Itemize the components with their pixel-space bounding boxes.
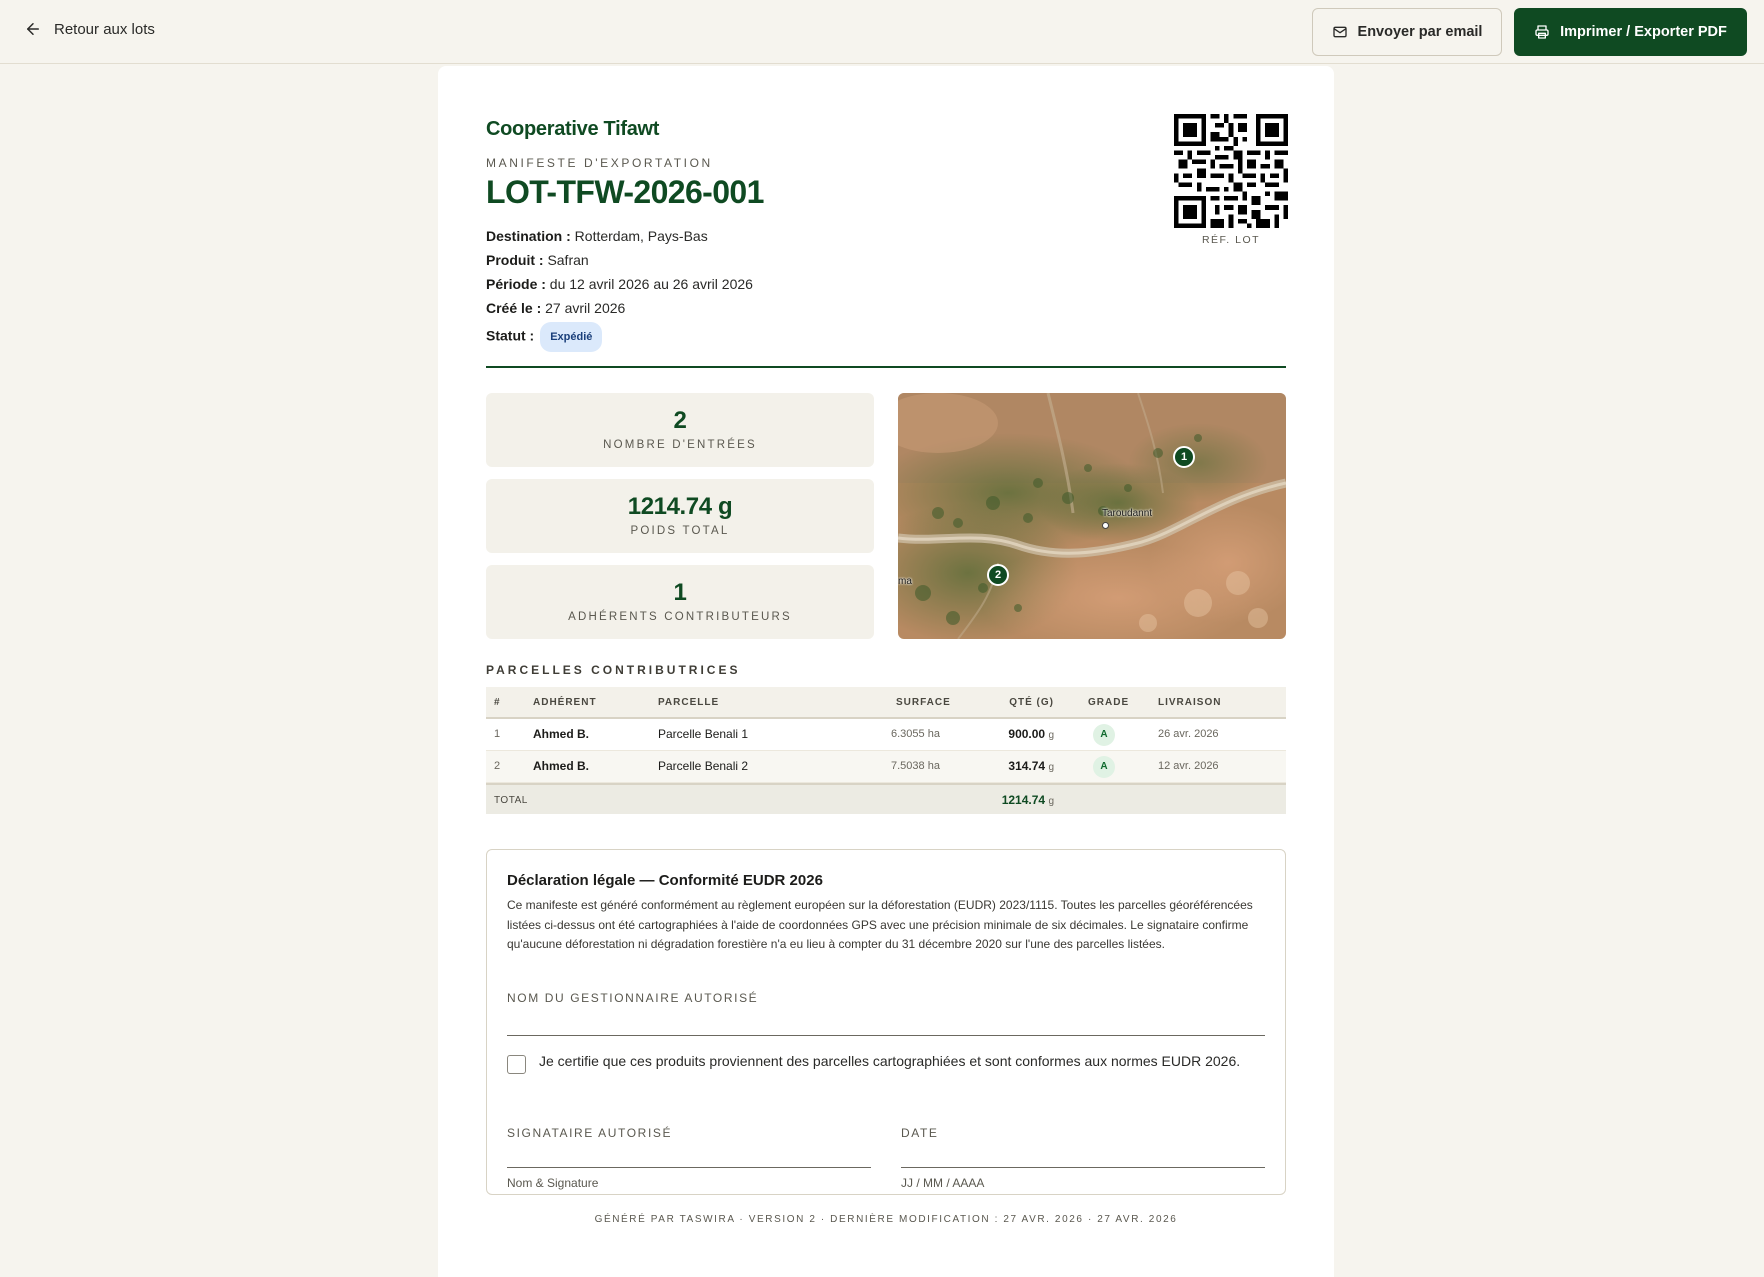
parcels-section-title: PARCELLES CONTRIBUTRICES — [486, 663, 741, 677]
row-index: 1 — [494, 728, 501, 740]
table-total-row: TOTAL 1214.74 g — [486, 783, 1286, 814]
manager-name-label: NOM DU GESTIONNAIRE AUTORISÉ — [507, 991, 759, 1005]
grade-badge: A — [1093, 723, 1115, 746]
cooperative-name: Cooperative Tifawt — [486, 118, 660, 140]
product-line: Produit : Safran — [486, 252, 589, 268]
table-row: 1 Ahmed B. Parcelle Benali 1 6.3055 ha 9… — [486, 719, 1286, 751]
manifest-document: Cooperative Tifawt MANIFESTE D'EXPORTATI… — [438, 66, 1334, 1277]
stat-members-label: ADHÉRENTS CONTRIBUTEURS — [568, 611, 792, 623]
legal-declaration: Déclaration légale — Conformité EUDR 202… — [486, 849, 1286, 1195]
total-label: TOTAL — [494, 795, 528, 806]
back-label: Retour aux lots — [54, 20, 155, 38]
created-line: Créé le : 27 avril 2026 — [486, 300, 626, 316]
row-grade: A — [1093, 751, 1115, 782]
document-type: MANIFESTE D'EXPORTATION — [486, 156, 713, 170]
send-email-button[interactable]: Envoyer par email — [1312, 8, 1502, 56]
parcels-table: # ADHÉRENT PARCELLE SURFACE QTÉ (G) GRAD… — [486, 687, 1286, 814]
send-email-label: Envoyer par email — [1357, 24, 1483, 40]
signatory-field[interactable] — [507, 1140, 871, 1166]
row-member: Ahmed B. — [533, 727, 590, 741]
manager-name-field[interactable] — [507, 1010, 1265, 1034]
declaration-title: Déclaration légale — Conformité EUDR 202… — [507, 872, 823, 889]
row-quantity: 900.00 g — [1008, 727, 1054, 741]
row-parcel: Parcelle Benali 2 — [658, 759, 749, 773]
printer-icon — [1535, 25, 1549, 39]
certify-text: Je certifie que ces produits proviennent… — [539, 1053, 1241, 1069]
lot-id: LOT-TFW-2026-001 — [486, 174, 764, 210]
period-value: du 12 avril 2026 au 26 avril 2026 — [549, 276, 753, 292]
stat-total-weight-card: 1214.74 g POIDS TOTAL — [486, 479, 874, 553]
destination-line: Destination : Rotterdam, Pays-Bas — [486, 228, 708, 244]
status-line: Statut : Expédié — [486, 322, 753, 352]
product-value: Safran — [547, 252, 589, 268]
lot-metadata: Destination : Rotterdam, Pays-Bas Produi… — [486, 224, 753, 352]
col-delivery: LIVRAISON — [1158, 697, 1222, 708]
map-edge-label: ma — [898, 576, 912, 587]
stat-total-weight-value: 1214.74 g — [627, 493, 733, 520]
date-placeholder: JJ / MM / AAAA — [901, 1176, 985, 1190]
print-export-label: Imprimer / Exporter PDF — [1560, 24, 1727, 40]
table-row: 2 Ahmed B. Parcelle Benali 2 7.5038 ha 3… — [486, 751, 1286, 783]
satellite-map-image — [898, 393, 1286, 639]
row-member: Ahmed B. — [533, 759, 590, 773]
period-line: Période : du 12 avril 2026 au 26 avril 2… — [486, 276, 753, 292]
col-grade: GRADE — [1088, 697, 1130, 708]
destination-value: Rotterdam, Pays-Bas — [574, 228, 708, 244]
stat-total-weight-label: POIDS TOTAL — [630, 525, 730, 537]
status-badge: Expédié — [540, 322, 603, 352]
town-marker-dot — [1102, 522, 1109, 529]
total-quantity: 1214.74 g — [1001, 793, 1054, 807]
row-delivery: 26 avr. 2026 — [1158, 728, 1219, 740]
top-bar: Retour aux lots Envoyer par email Imprim… — [0, 0, 1764, 64]
parcels-map[interactable]: Taroudannt ma 1 2 — [898, 393, 1286, 639]
print-export-pdf-button[interactable]: Imprimer / Exporter PDF — [1514, 8, 1747, 56]
town-label: Taroudannt — [1102, 508, 1153, 519]
row-surface: 6.3055 ha — [891, 728, 940, 740]
row-delivery: 12 avr. 2026 — [1158, 760, 1219, 772]
header-divider — [486, 366, 1286, 368]
col-surface: SURFACE — [896, 697, 951, 708]
row-quantity: 314.74 g — [1008, 759, 1054, 773]
signatory-underline — [507, 1167, 871, 1168]
back-to-lots-link[interactable]: Retour aux lots — [24, 20, 155, 38]
col-quantity: QTÉ (G) — [1009, 697, 1054, 708]
signatory-placeholder: Nom & Signature — [507, 1176, 599, 1190]
parcel-marker-2[interactable]: 2 — [987, 564, 1009, 586]
table-header: # ADHÉRENT PARCELLE SURFACE QTÉ (G) GRAD… — [486, 687, 1286, 719]
row-parcel: Parcelle Benali 1 — [658, 727, 749, 741]
manager-name-underline — [507, 1035, 1265, 1036]
grade-badge: A — [1093, 755, 1115, 778]
qr-code — [1174, 114, 1288, 228]
stat-entries-card: 2 NOMBRE D'ENTRÉES — [486, 393, 874, 467]
stat-members-value: 1 — [673, 579, 687, 606]
declaration-text: Ce manifeste est généré conformément au … — [507, 898, 1253, 951]
mail-icon — [1332, 26, 1347, 38]
arrow-left-icon — [27, 23, 39, 35]
stat-entries-value: 2 — [673, 407, 687, 434]
certify-checkbox[interactable] — [507, 1055, 526, 1074]
stat-members-card: 1 ADHÉRENTS CONTRIBUTEURS — [486, 565, 874, 639]
qr-caption: RÉF. LOT — [1201, 234, 1261, 246]
parcel-marker-1[interactable]: 1 — [1173, 446, 1195, 468]
col-parcel: PARCELLE — [658, 697, 720, 708]
row-surface: 7.5038 ha — [891, 760, 940, 772]
date-field[interactable] — [901, 1140, 1265, 1166]
document-footer: GÉNÉRÉ PAR TASWIRA · VERSION 2 · DERNIÈR… — [594, 1214, 1178, 1225]
stat-entries-label: NOMBRE D'ENTRÉES — [603, 439, 757, 451]
signatory-label: SIGNATAIRE AUTORISÉ — [507, 1126, 673, 1140]
row-index: 2 — [494, 760, 501, 772]
date-underline — [901, 1167, 1265, 1168]
created-value: 27 avril 2026 — [545, 300, 626, 316]
date-label: DATE — [901, 1126, 939, 1140]
col-index: # — [494, 697, 501, 708]
row-grade: A — [1093, 719, 1115, 750]
col-member: ADHÉRENT — [533, 697, 597, 708]
